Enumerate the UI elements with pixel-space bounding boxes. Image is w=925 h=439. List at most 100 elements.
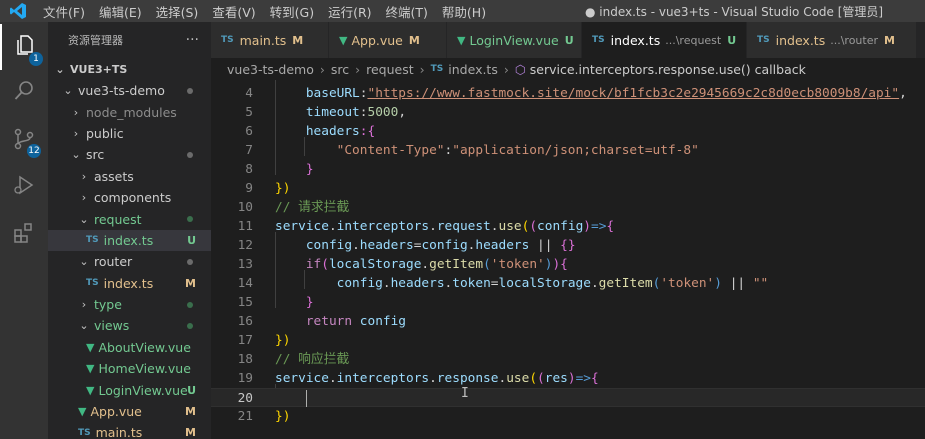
git-status-dot bbox=[187, 301, 193, 308]
code-token: return bbox=[305, 314, 353, 329]
breadcrumb-item[interactable]: src bbox=[331, 62, 349, 77]
more-actions-button[interactable]: ··· bbox=[186, 32, 199, 48]
code-token: interceptors bbox=[336, 371, 430, 386]
chevron-right-icon: › bbox=[73, 126, 79, 140]
code-line[interactable]: 6 headers:{ bbox=[211, 122, 925, 141]
menu-item[interactable]: 选择(S) bbox=[149, 2, 206, 21]
editor-tab[interactable]: TS main.ts M bbox=[211, 22, 329, 58]
menu-item[interactable]: 文件(F) bbox=[36, 2, 92, 21]
window-title: ● index.ts - vue3+ts - Visual Studio Cod… bbox=[585, 5, 884, 19]
code-token: => bbox=[591, 219, 607, 234]
explorer-button[interactable]: 1 bbox=[0, 24, 48, 70]
tree-item-label: request bbox=[94, 211, 142, 227]
code-token: // 请求拦截 bbox=[275, 200, 350, 215]
editor-tab[interactable]: ▼ LoginView.vue U bbox=[447, 22, 582, 58]
code-token: { bbox=[591, 371, 599, 386]
code-text: }) bbox=[275, 331, 290, 350]
menu-item[interactable]: 查看(V) bbox=[205, 2, 262, 21]
code-line[interactable]: 14 config.headers.token=localStorage.get… bbox=[211, 274, 925, 293]
code-line[interactable]: 16 return config bbox=[211, 312, 925, 331]
menu-item[interactable]: 运行(R) bbox=[321, 2, 378, 21]
code-line[interactable]: 9}) bbox=[211, 179, 925, 198]
folder-item[interactable]: › type bbox=[48, 294, 211, 315]
code-token: service bbox=[275, 371, 329, 386]
file-item[interactable]: ▼ HomeView.vue bbox=[48, 358, 211, 379]
file-item[interactable]: TS index.ts U bbox=[48, 229, 211, 252]
folder-item[interactable]: ⌄ src bbox=[48, 144, 211, 165]
code-token: } bbox=[305, 162, 314, 177]
breadcrumb-symbol[interactable]: service.interceptors.response.use() call… bbox=[530, 62, 806, 77]
code-token: headers bbox=[390, 276, 445, 291]
tree-item-label: App.vue bbox=[90, 404, 142, 420]
file-item[interactable]: ▼ AboutView.vue bbox=[48, 337, 211, 358]
code-line[interactable]: 4 baseURL:"https://www.fastmock.site/moc… bbox=[211, 84, 925, 103]
code-line[interactable]: 15 } bbox=[211, 293, 925, 312]
extensions-button[interactable] bbox=[0, 212, 48, 258]
breadcrumb-file[interactable]: index.ts bbox=[448, 62, 498, 77]
tab-label: index.ts bbox=[775, 32, 826, 48]
code-editor[interactable]: 4 baseURL:"https://www.fastmock.site/moc… bbox=[211, 80, 925, 439]
folder-item[interactable]: ⌄ router bbox=[48, 251, 211, 272]
folder-item[interactable]: ⌄ vue3-ts-demo bbox=[48, 80, 211, 101]
editor-tab[interactable]: TS index.ts ...\request U bbox=[582, 22, 747, 58]
vue-file-icon: ▼ bbox=[457, 33, 466, 47]
folder-item[interactable]: › components bbox=[48, 187, 211, 208]
line-number: 7 bbox=[245, 143, 253, 158]
tree-item-label: index.ts bbox=[103, 275, 154, 291]
search-button[interactable] bbox=[0, 70, 48, 116]
git-status-badge: M bbox=[185, 405, 196, 419]
tab-path: ...\request bbox=[665, 33, 722, 47]
editor-tab[interactable]: TS index.ts ...\router M bbox=[747, 22, 917, 58]
file-item[interactable]: ▼ App.vue M bbox=[48, 401, 211, 422]
code-line[interactable]: 8 } bbox=[211, 160, 925, 179]
code-token: "application/json;charset=utf-8" bbox=[452, 143, 699, 158]
code-token: localStorage bbox=[498, 276, 591, 291]
chevron-down-icon: ⌄ bbox=[63, 84, 73, 98]
breadcrumb-item[interactable]: request bbox=[366, 62, 414, 77]
folder-item[interactable]: › public bbox=[48, 123, 211, 144]
menu-item[interactable]: 转到(G) bbox=[263, 2, 321, 21]
code-text: "Content-Type":"application/json;charset… bbox=[275, 141, 699, 160]
git-status-badge: U bbox=[187, 383, 196, 397]
code-line[interactable]: 11 service.interceptors.request.use((conf… bbox=[211, 217, 925, 236]
file-item[interactable]: TS index.ts M bbox=[48, 273, 211, 294]
source-control-button[interactable]: 12 bbox=[0, 118, 48, 164]
code-token: config bbox=[305, 238, 353, 253]
breadcrumb-item[interactable]: vue3-ts-demo bbox=[227, 62, 314, 77]
folder-item[interactable]: ⌄ views bbox=[48, 315, 211, 336]
code-line[interactable]: 17}) bbox=[211, 331, 925, 350]
code-line[interactable]: 5 timeout:5000, bbox=[211, 103, 925, 122]
tab-git-status: U bbox=[727, 33, 737, 47]
file-item[interactable]: TS main.ts M bbox=[48, 422, 211, 439]
folder-item[interactable]: › node_modules bbox=[48, 101, 211, 122]
code-token: , bbox=[899, 86, 907, 101]
code-line[interactable]: 21}) bbox=[211, 407, 925, 426]
code-token: request bbox=[436, 219, 491, 234]
code-line[interactable]: 20 bbox=[211, 388, 925, 407]
code-line[interactable]: 13 if(localStorage.getItem('token')){ bbox=[211, 255, 925, 274]
folder-item[interactable]: › assets bbox=[48, 166, 211, 187]
code-token: ( bbox=[483, 257, 491, 272]
code-line[interactable]: 18 // 响应拦截 bbox=[211, 350, 925, 369]
menu-item[interactable]: 编辑(E) bbox=[92, 2, 149, 21]
title-bar: 文件(F) 编辑(E) 选择(S) 查看(V) 转到(G) 运行(R) 终端(T) 帮助(H)… bbox=[0, 0, 925, 22]
run-debug-button[interactable] bbox=[0, 164, 48, 210]
line-number: 11 bbox=[237, 219, 253, 234]
code-line[interactable]: 12 config.headers=config.headers || {} bbox=[211, 236, 925, 255]
editor-tab[interactable]: ▼ App.vue M bbox=[329, 22, 447, 58]
code-line[interactable]: 10 // 请求拦截 bbox=[211, 198, 925, 217]
folder-item[interactable]: ⌄ request bbox=[48, 208, 211, 229]
code-line[interactable]: 7 "Content-Type":"application/json;chars… bbox=[211, 141, 925, 160]
code-line[interactable]: 19 service.interceptors.response.use((res… bbox=[211, 369, 925, 388]
code-token: config bbox=[336, 276, 383, 291]
menu-item[interactable]: 终端(T) bbox=[379, 2, 435, 21]
workspace-section[interactable]: ⌄ VUE3+TS bbox=[48, 58, 211, 80]
tree-item-label: index.ts bbox=[103, 232, 154, 248]
explorer-badge: 1 bbox=[29, 52, 43, 66]
code-text: baseURL:"https://www.fastmock.site/mock/… bbox=[275, 84, 907, 103]
menu-item[interactable]: 帮助(H) bbox=[435, 2, 493, 21]
file-item[interactable]: ▼ LoginView.vue U bbox=[48, 379, 211, 400]
code-text: service.interceptors.request.use((config… bbox=[275, 217, 614, 236]
